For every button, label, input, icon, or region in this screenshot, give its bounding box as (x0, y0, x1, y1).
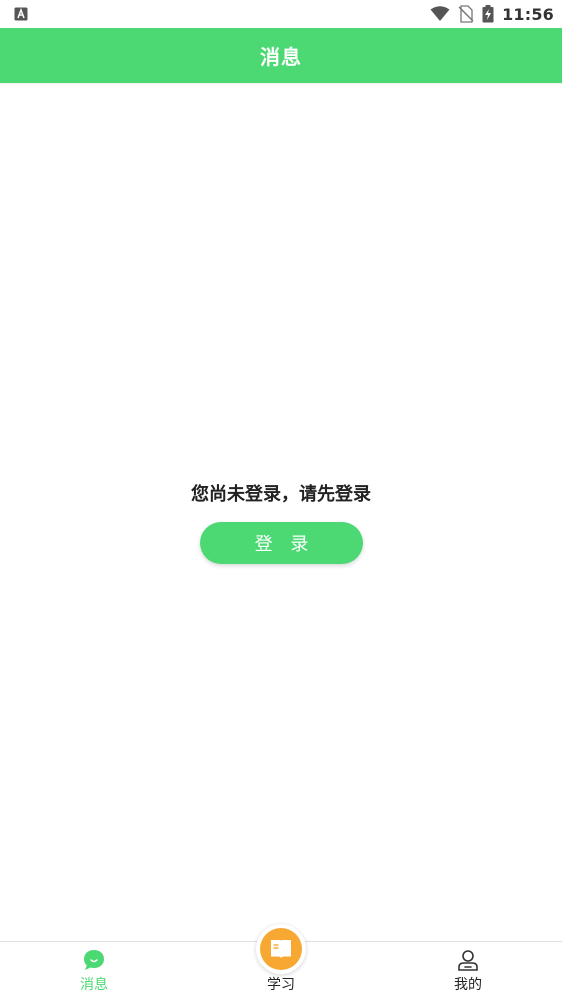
login-button[interactable]: 登 录 (200, 522, 363, 564)
tab-label: 消息 (80, 977, 108, 993)
app-header: 消息 (0, 28, 562, 83)
tab-label: 我的 (454, 977, 482, 993)
tab-messages[interactable]: 消息 (54, 942, 134, 999)
study-fab-button[interactable] (256, 924, 306, 974)
tab-label: 学习 (267, 977, 295, 993)
book-icon (271, 940, 291, 958)
page-title: 消息 (260, 45, 302, 69)
login-prompt: 您尚未登录，请先登录 (191, 484, 371, 505)
chat-bubble-icon (84, 950, 104, 970)
a-box-icon (14, 7, 28, 21)
status-time: 11:56 (502, 4, 554, 24)
battery-charging-icon (482, 5, 494, 23)
screen: 11:56 消息 您尚未登录，请先登录 登 录 消息 学习 我的 (0, 0, 562, 999)
tab-mine[interactable]: 我的 (428, 942, 508, 999)
status-bar: 11:56 (0, 0, 562, 28)
no-sim-icon (458, 5, 474, 23)
wifi-icon (430, 6, 450, 21)
user-icon (458, 950, 478, 971)
